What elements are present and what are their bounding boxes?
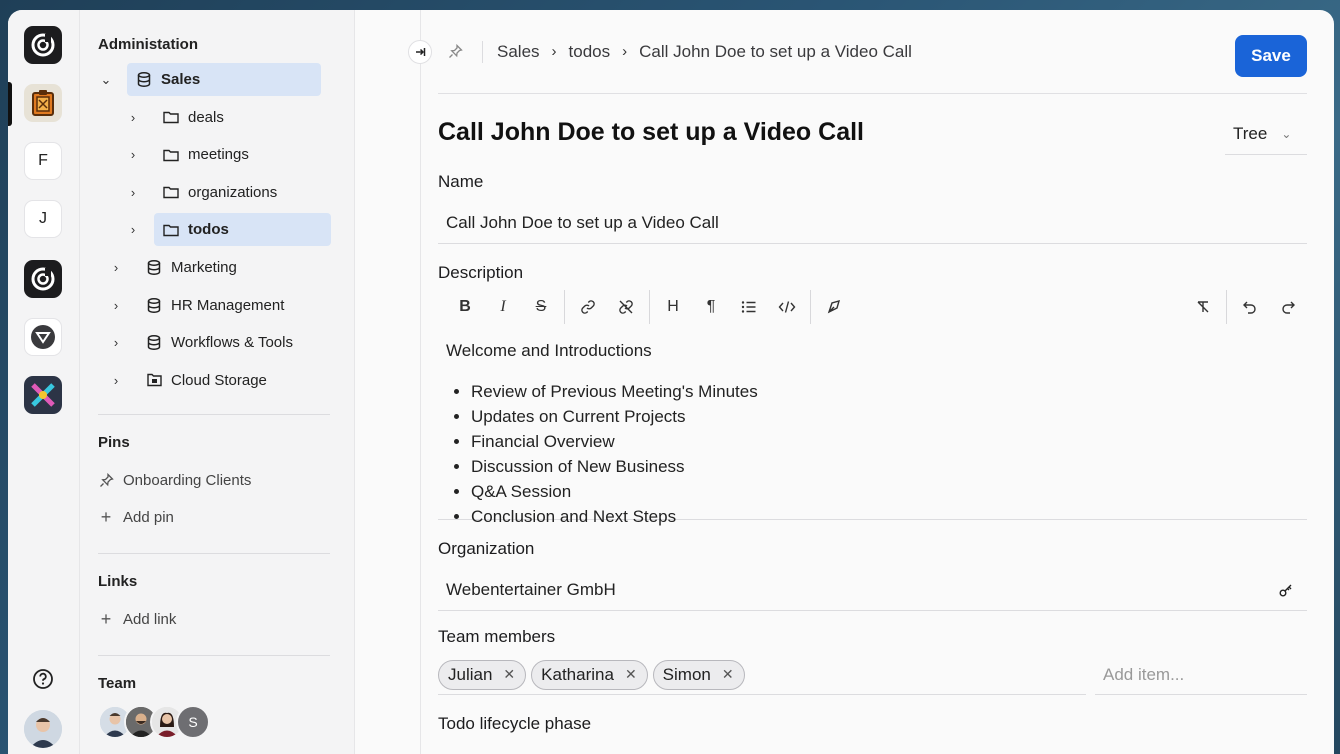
editor-toolbar: B I S H ¶ <box>438 287 1307 327</box>
toolbar-divider <box>564 290 565 324</box>
description-list: Review of Previous Meeting's Minutes Upd… <box>446 379 1307 529</box>
list-item: Review of Previous Meeting's Minutes <box>471 379 1307 404</box>
chevron-right-icon: › <box>551 43 557 60</box>
list-item: Conclusion and Next Steps <box>471 504 1307 529</box>
toolbar-divider <box>649 290 650 324</box>
collapse-sidebar-button[interactable] <box>408 40 432 64</box>
chevron-down-icon: ⌄ <box>1281 126 1292 141</box>
list-item: Financial Overview <box>471 429 1307 454</box>
member-chip-katharina[interactable]: Katharina ✕ <box>531 659 648 690</box>
chip-label: Julian <box>448 664 493 684</box>
organization-label: Organization <box>438 539 535 558</box>
organization-field[interactable]: Webentertainer GmbH <box>438 569 1307 611</box>
clear-format-icon[interactable] <box>1184 299 1222 315</box>
remove-chip-icon[interactable]: ✕ <box>625 666 637 683</box>
toolbar-divider <box>1226 290 1227 324</box>
view-mode-value: Tree <box>1233 123 1268 143</box>
list-item: Updates on Current Projects <box>471 404 1307 429</box>
view-mode-select[interactable]: Tree ⌄ <box>1225 113 1307 155</box>
topbar: Sales › todos › Call John Doe to set up … <box>438 10 1307 94</box>
page-title: Call John Doe to set up a Video Call <box>438 117 865 146</box>
chip-list: Julian ✕ Katharina ✕ Simon ✕ <box>438 655 1086 695</box>
pin-icon[interactable] <box>448 44 463 59</box>
bold-button[interactable]: B <box>446 298 484 316</box>
breadcrumb-divider <box>482 40 483 63</box>
remove-chip-icon[interactable]: ✕ <box>503 666 515 683</box>
description-label: Description <box>438 263 524 282</box>
strikethrough-button[interactable]: S <box>522 298 560 316</box>
organization-value: Webentertainer GmbH <box>446 579 616 599</box>
key-icon[interactable] <box>1279 583 1293 597</box>
team-members-field: Julian ✕ Katharina ✕ Simon ✕ Add item... <box>438 655 1307 695</box>
list-item: Discussion of New Business <box>471 454 1307 479</box>
name-field[interactable]: Call John Doe to set up a Video Call <box>438 202 1307 244</box>
save-button[interactable]: Save <box>1235 35 1307 77</box>
breadcrumb-item-current: Call John Doe to set up a Video Call <box>639 41 912 61</box>
breadcrumb-item-todos[interactable]: todos <box>569 42 611 62</box>
remove-chip-icon[interactable]: ✕ <box>722 666 734 683</box>
chevron-right-icon: › <box>622 43 628 60</box>
title-row: Call John Doe to set up a Video Call Tre… <box>438 94 1307 170</box>
member-chip-julian[interactable]: Julian ✕ <box>438 659 527 690</box>
name-value: Call John Doe to set up a Video Call <box>446 212 719 232</box>
chip-label: Katharina <box>541 664 614 684</box>
breadcrumb: Sales › todos › Call John Doe to set up … <box>438 40 912 63</box>
bullet-list-icon[interactable] <box>730 300 768 314</box>
chip-label: Simon <box>662 664 711 684</box>
collapse-icon <box>416 48 426 56</box>
description-editor[interactable]: Welcome and Introductions Review of Prev… <box>438 327 1307 526</box>
undo-icon[interactable] <box>1231 299 1269 315</box>
lifecycle-label: Todo lifecycle phase <box>438 714 592 733</box>
heading-button[interactable]: H <box>654 298 692 316</box>
main-area: Sales › todos › Call John Doe to set up … <box>8 10 1334 754</box>
add-item-input[interactable]: Add item... <box>1095 655 1307 695</box>
member-chip-simon[interactable]: Simon ✕ <box>652 659 745 690</box>
breadcrumb-item-sales[interactable]: Sales <box>497 42 540 62</box>
app-window: F J Administation ⌄ Sales › deals › meet… <box>8 10 1334 754</box>
unlink-icon[interactable] <box>607 299 645 315</box>
team-members-label: Team members <box>438 627 556 646</box>
italic-button[interactable]: I <box>484 298 522 316</box>
list-item: Q&A Session <box>471 479 1307 504</box>
paragraph-icon[interactable]: ¶ <box>692 298 730 316</box>
description-intro: Welcome and Introductions <box>446 341 652 360</box>
panel-divider <box>420 10 421 754</box>
redo-icon[interactable] <box>1269 299 1307 315</box>
toolbar-divider <box>810 290 811 324</box>
code-icon[interactable] <box>768 300 806 314</box>
link-icon[interactable] <box>569 299 607 315</box>
pen-icon[interactable] <box>815 299 853 315</box>
name-label: Name <box>438 172 484 191</box>
content-panel: Sales › todos › Call John Doe to set up … <box>438 10 1307 738</box>
